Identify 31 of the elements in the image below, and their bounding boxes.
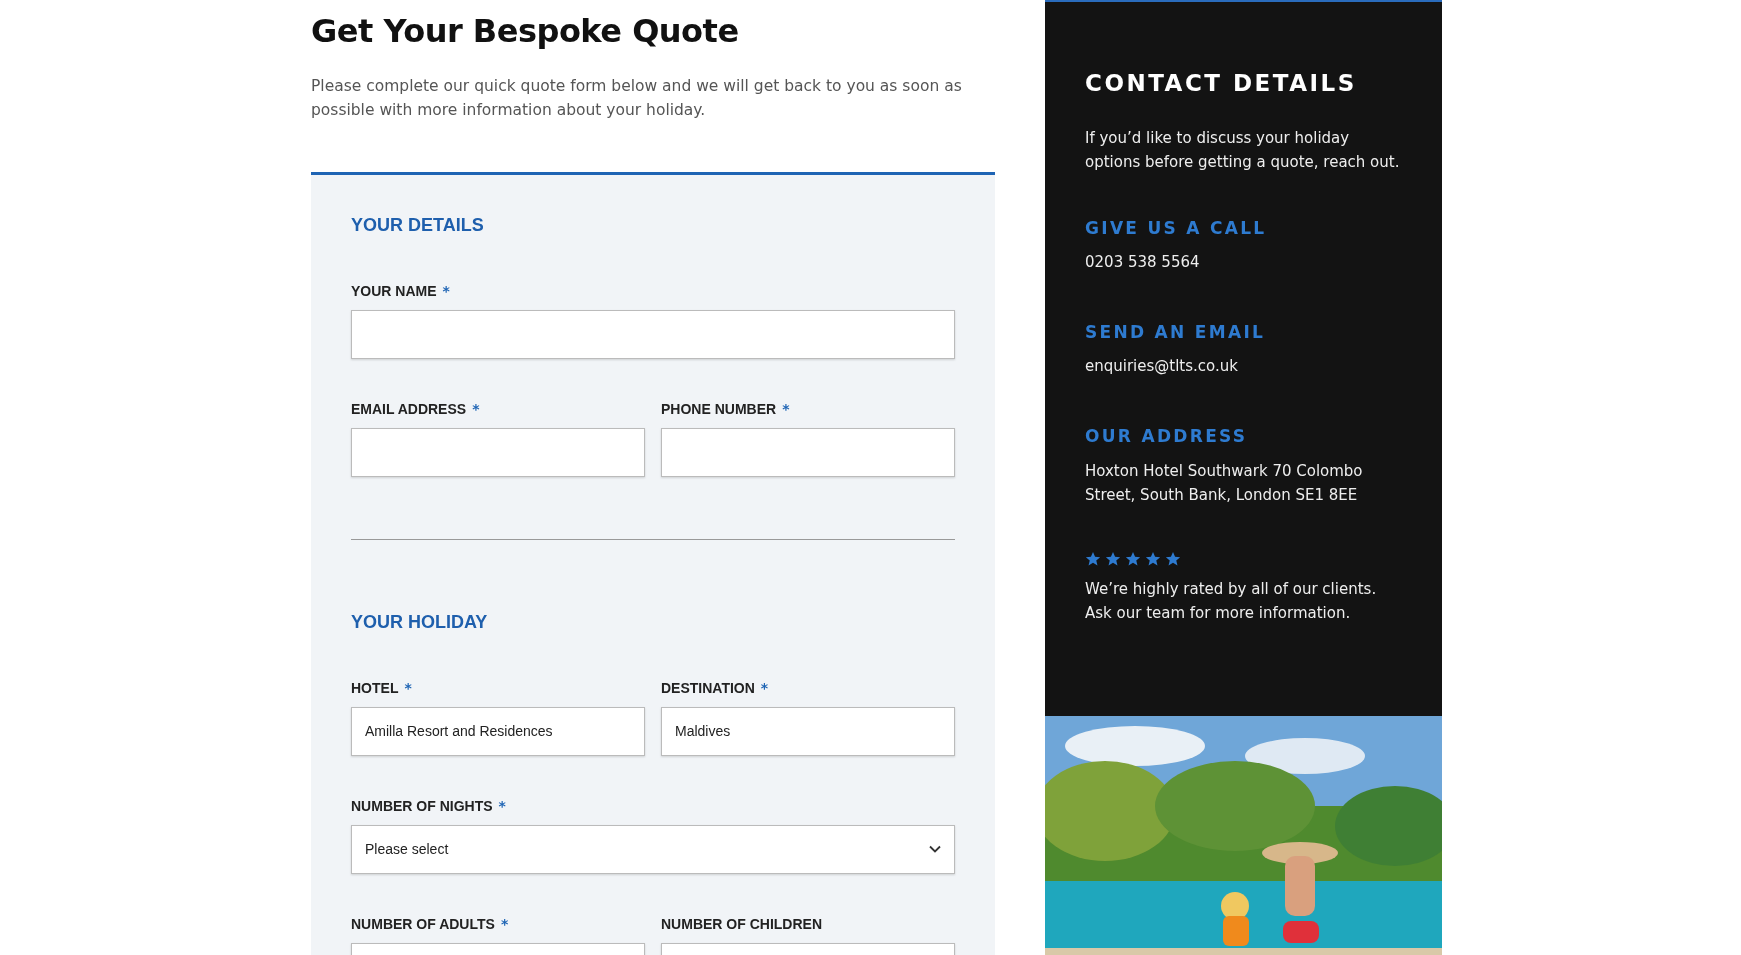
field-label: PHONE NUMBER <box>661 400 777 419</box>
required-mark: * <box>498 796 506 816</box>
required-mark: * <box>500 914 509 934</box>
field-label: DESTINATION <box>661 678 755 698</box>
field-label: YOUR NAME <box>351 282 437 301</box>
nights-select[interactable]: Please select <box>351 824 955 874</box>
field-label: NUMBER OF NIGHTS <box>351 796 493 816</box>
section-heading: YOUR HOLIDAY <box>351 612 489 634</box>
email-link[interactable]: enquiries@tlts.co.uk <box>1085 354 1402 379</box>
field-label: NUMBER OF ADULTS <box>351 914 495 934</box>
contact-intro: If you’d like to discuss your holiday options before getting a quote, reach out. <box>1085 127 1401 173</box>
required-mark: * <box>404 678 412 698</box>
field-label: HOTEL <box>351 678 399 698</box>
field-label: EMAIL ADDRESS <box>351 400 467 419</box>
contact-subheading: GIVE US A CALL <box>1085 217 1268 238</box>
intro-text: Please complete our quick quote form below and we will get back to you as soon as possible with more information about your holiday. <box>311 76 963 122</box>
required-mark: * <box>472 400 480 419</box>
required-mark: * <box>760 678 769 698</box>
phone-number[interactable]: 0203 538 5564 <box>1085 250 1402 274</box>
section-heading: YOUR DETAILS <box>351 215 485 237</box>
page-title: Get Your Bespoke Quote <box>311 12 740 51</box>
contact-subheading: OUR ADDRESS <box>1085 426 1249 447</box>
address-text: Hoxton Hotel Southwark 70 Colombo Street, South Bank, London SE1 8EE <box>1085 460 1364 506</box>
contact-subheading: SEND AN EMAIL <box>1085 322 1267 343</box>
input-field[interactable]: Maldives <box>661 706 955 756</box>
required-mark: * <box>782 400 790 419</box>
field-label: NUMBER OF CHILDREN <box>661 914 822 934</box>
contact-heading: CONTACT DETAILS <box>1085 70 1358 98</box>
rating-text: We’re highly rated by all of our clients. Ask our team for more information. <box>1085 578 1378 624</box>
required-mark: * <box>442 282 450 301</box>
input-field[interactable]: Amilla Resort and Residences <box>351 706 645 756</box>
